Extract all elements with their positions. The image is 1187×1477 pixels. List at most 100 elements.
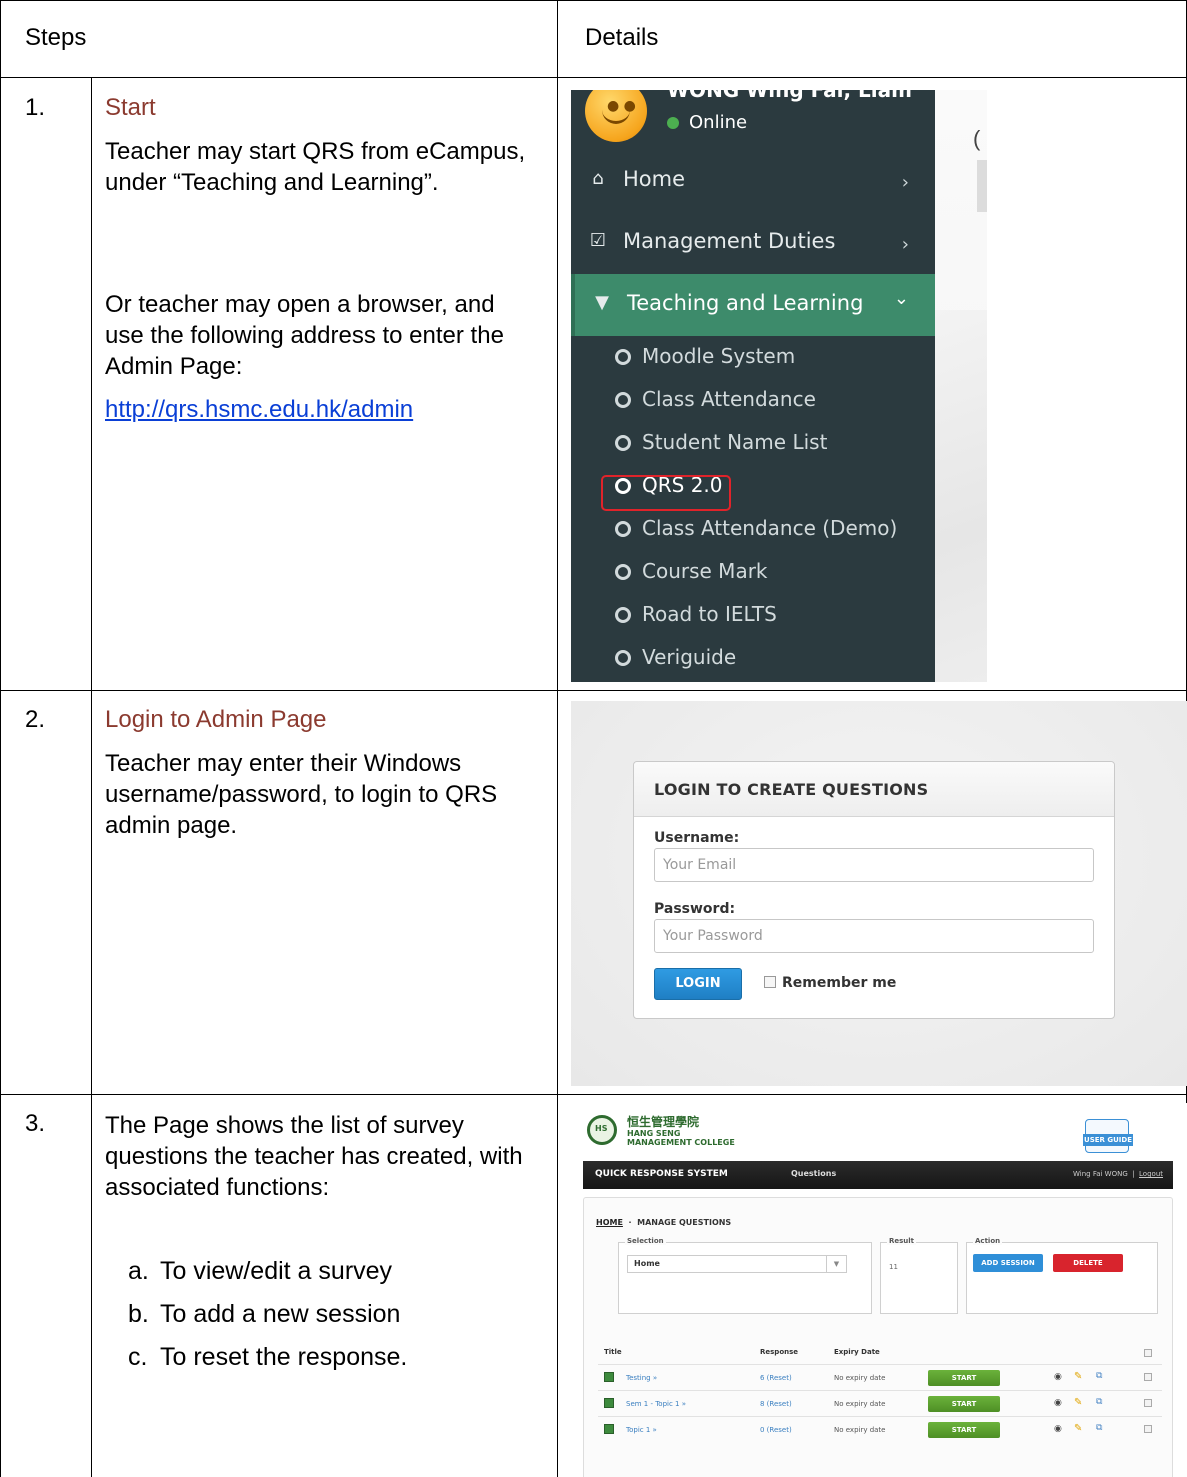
nav-questions[interactable]: Questions: [791, 1169, 836, 1178]
sidebar-item-home[interactable]: ⌂ Home ›: [571, 150, 935, 212]
user-guide-label: USER GUIDE: [1083, 1134, 1133, 1146]
breadcrumb-separator: ·: [628, 1218, 632, 1227]
username-label: Username:: [654, 830, 740, 846]
delete-button[interactable]: DELETE: [1053, 1254, 1123, 1272]
login-header: LOGIN TO CREATE QUESTIONS: [634, 762, 1114, 817]
manage-questions-panel: HOME · MANAGE QUESTIONS Selection Home ▼ …: [583, 1197, 1173, 1477]
table-row: Topic 1 » 0 (Reset) No expiry date START…: [598, 1416, 1162, 1442]
content-bar: [977, 160, 987, 212]
survey-title-link[interactable]: Testing »: [626, 1374, 657, 1382]
list-item-text: To reset the response.: [160, 1343, 408, 1371]
step-2-text: Teacher may enter their Windows username…: [105, 750, 498, 839]
chevron-right-icon: ›: [901, 172, 909, 193]
circle-icon: [615, 521, 631, 537]
step-2-title: Login to Admin Page: [105, 706, 327, 733]
submenu-label: Course Mark: [642, 559, 768, 583]
row-checkbox[interactable]: [1144, 1399, 1152, 1407]
graduation-cap-icon: ▼: [595, 292, 609, 313]
username-field[interactable]: Your Email: [654, 848, 1094, 882]
column-divider: [557, 0, 558, 1477]
qrs-highlight-box: [601, 475, 731, 511]
submenu-item-road-to-ielts[interactable]: Road to IELTS: [571, 595, 935, 638]
sidebar-item-label: Management Duties: [623, 229, 836, 253]
submenu-item-class-attendance[interactable]: Class Attendance: [571, 380, 935, 423]
edit-pencil-icon[interactable]: ✎: [1074, 1423, 1082, 1434]
submenu-item-moodle[interactable]: Moodle System: [571, 337, 935, 380]
submenu-label: Class Attendance: [642, 387, 816, 411]
list-item: b. To add a new session: [128, 1300, 400, 1329]
sidebar-item-label: Teaching and Learning: [627, 291, 864, 315]
start-button[interactable]: START: [928, 1396, 1000, 1412]
circle-icon: [615, 435, 631, 451]
edit-pencil-icon[interactable]: ✎: [1074, 1371, 1082, 1382]
separator: |: [1132, 1170, 1135, 1178]
sidebar-item-management-duties[interactable]: ☑ Management Duties ›: [571, 212, 935, 274]
header-steps: Steps: [25, 24, 87, 51]
list-item-text: To add a new session: [160, 1300, 401, 1328]
survey-book-icon: [604, 1372, 614, 1382]
response-reset-link[interactable]: 8 (Reset): [760, 1400, 792, 1408]
password-field[interactable]: Your Password: [654, 919, 1094, 953]
response-reset-link[interactable]: 0 (Reset): [760, 1426, 792, 1434]
select-all-checkbox[interactable]: [1144, 1349, 1152, 1357]
remember-me-checkbox[interactable]: Remember me: [764, 975, 896, 991]
copy-icon[interactable]: ⧉: [1096, 1371, 1102, 1381]
avatar-mouth: [602, 110, 630, 124]
submenu-label: Student Name List: [642, 430, 828, 454]
survey-book-icon: [604, 1424, 614, 1434]
sidebar-item-teaching-and-learning[interactable]: ▼ Teaching and Learning ⌄: [571, 274, 935, 336]
step-3-number: 3.: [25, 1110, 46, 1137]
row-checkbox[interactable]: [1144, 1373, 1152, 1381]
view-icon[interactable]: ◉: [1054, 1398, 1062, 1408]
expiry-date: No expiry date: [834, 1400, 886, 1408]
college-name-cn: 恒生管理學院: [627, 1115, 700, 1129]
list-item-letter: a.: [128, 1257, 149, 1285]
start-button[interactable]: START: [928, 1422, 1000, 1438]
top-navbar: QUICK RESPONSE SYSTEM Questions Wing Fai…: [583, 1161, 1173, 1189]
user-guide-button[interactable]: USER GUIDE: [1083, 1119, 1133, 1153]
view-icon[interactable]: ◉: [1054, 1424, 1062, 1434]
survey-book-icon: [604, 1398, 614, 1408]
edit-pencil-icon[interactable]: ✎: [1074, 1397, 1082, 1408]
response-reset-link[interactable]: 6 (Reset): [760, 1374, 792, 1382]
login-title: LOGIN TO CREATE QUESTIONS: [654, 780, 929, 799]
login-button[interactable]: LOGIN: [654, 968, 742, 1000]
breadcrumb-home[interactable]: HOME: [596, 1218, 623, 1227]
survey-title-link[interactable]: Sem 1 - Topic 1 »: [626, 1400, 686, 1408]
submenu-item-veriguide[interactable]: Veriguide: [571, 638, 935, 681]
list-item-text: To view/edit a survey: [160, 1257, 393, 1285]
selection-dropdown[interactable]: Home ▼: [627, 1255, 847, 1273]
start-button[interactable]: START: [928, 1370, 1000, 1386]
admin-page-link[interactable]: http://qrs.hsmc.edu.hk/admin: [105, 396, 413, 424]
user-menu: Wing Fai WONG | Logout: [1073, 1170, 1163, 1178]
circle-icon: [615, 564, 631, 580]
submenu-item-student-name-list[interactable]: Student Name List: [571, 423, 935, 466]
logout-link[interactable]: Logout: [1139, 1170, 1163, 1178]
row-divider-1: [0, 690, 1187, 691]
sidebar-item-label: Home: [623, 167, 686, 191]
college-logo-icon: HS: [587, 1115, 617, 1145]
remember-me-label: Remember me: [782, 975, 897, 991]
row-divider-2: [0, 1094, 1187, 1095]
submenu-item-class-attendance-demo[interactable]: Class Attendance (Demo): [571, 509, 935, 552]
step-1-text: Teacher may start QRS from eCampus, unde…: [105, 138, 526, 196]
submenu-item-course-mark[interactable]: Course Mark: [571, 552, 935, 595]
col-response: Response: [760, 1348, 799, 1356]
step-3-text: The Page shows the list of survey questi…: [105, 1112, 523, 1201]
login-panel: LOGIN TO CREATE QUESTIONS Username: Your…: [633, 761, 1115, 1019]
add-session-button[interactable]: ADD SESSION: [973, 1254, 1043, 1272]
survey-title-link[interactable]: Topic 1 »: [626, 1426, 657, 1434]
content-shadow: [935, 310, 987, 682]
number-column-divider: [91, 78, 92, 1477]
expiry-date: No expiry date: [834, 1426, 886, 1434]
submenu-label: Road to IELTS: [642, 602, 777, 626]
view-icon[interactable]: ◉: [1054, 1372, 1062, 1382]
list-item-letter: b.: [128, 1300, 149, 1328]
step-1-alt-text: Or teacher may open a browser, and use t…: [105, 291, 504, 380]
step-1-number: 1.: [25, 94, 46, 121]
copy-icon[interactable]: ⧉: [1096, 1423, 1102, 1433]
row-checkbox[interactable]: [1144, 1425, 1152, 1433]
copy-icon[interactable]: ⧉: [1096, 1397, 1102, 1407]
list-item: a. To view/edit a survey: [128, 1257, 392, 1286]
breadcrumb-current: MANAGE QUESTIONS: [637, 1218, 732, 1227]
